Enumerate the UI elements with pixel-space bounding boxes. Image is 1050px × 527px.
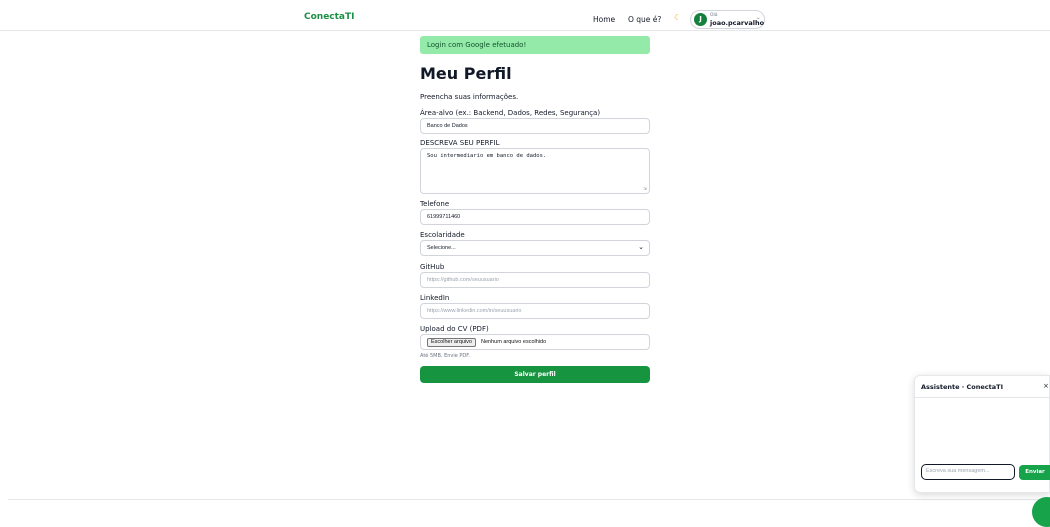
navbar: ConectaTI Home O que é? ☾ J Olá joao.pca…	[0, 0, 1050, 31]
user-menu-button[interactable]: J Olá joao.pcarvalho ⌄	[690, 10, 765, 29]
footer-divider	[8, 499, 1042, 500]
file-status: Nenhum arquivo escolhido	[481, 339, 547, 345]
education-select[interactable]: Selecione... ⌄	[420, 240, 650, 256]
profile-textarea[interactable]: Sou intermediario em banco de dados. ⇲	[420, 148, 650, 194]
chevron-down-icon: ⌄	[756, 15, 761, 21]
area-input[interactable]: Banco de Dados	[420, 118, 650, 134]
user-greeting: Olá	[710, 13, 718, 18]
login-success-alert: Login com Google efetuado!	[420, 36, 650, 54]
moon-icon[interactable]: ☾	[674, 13, 681, 22]
github-label: GitHub	[420, 263, 445, 271]
education-label: Escolaridade	[420, 231, 465, 239]
github-input[interactable]: https://github.com/seuusuario	[420, 272, 650, 288]
education-selected: Selecione...	[427, 245, 456, 251]
brand-logo[interactable]: ConectaTI	[304, 12, 355, 22]
cv-label: Upload do CV (PDF)	[420, 325, 489, 333]
profile-text: Sou intermediario em banco de dados.	[427, 153, 547, 159]
nav-home-link[interactable]: Home	[593, 15, 615, 24]
save-profile-button[interactable]: Salvar perfil	[420, 366, 650, 383]
phone-label: Telefone	[420, 200, 450, 208]
avatar: J	[694, 13, 707, 26]
chat-widget: Assistente · ConectaTI × Escreva sua men…	[914, 375, 1050, 493]
linkedin-label: LinkedIn	[420, 294, 450, 302]
area-label: Área-alvo (ex.: Backend, Dados, Redes, S…	[420, 109, 601, 117]
chat-send-button[interactable]: Enviar	[1019, 465, 1050, 480]
cv-file-input[interactable]: Escolher arquivo Nenhum arquivo escolhid…	[420, 334, 650, 350]
chat-header: Assistente · ConectaTI ×	[915, 376, 1050, 398]
close-icon[interactable]: ×	[1043, 382, 1049, 390]
profile-label: DESCREVA SEU PERFIL	[420, 139, 500, 147]
page-title: Meu Perfil	[420, 64, 512, 83]
nav-o-que-e-link[interactable]: O que é?	[628, 15, 661, 24]
phone-input[interactable]: 61999711460	[420, 209, 650, 225]
chevron-down-icon: ⌄	[638, 244, 644, 251]
linkedin-input[interactable]: https://www.linkedin.com/in/seuusuario	[420, 303, 650, 319]
chat-message-input[interactable]: Escreva sua mensagem...	[921, 464, 1015, 480]
resize-grip-icon[interactable]: ⇲	[643, 185, 647, 192]
cv-hint: Até 5MB. Envie PDF.	[420, 353, 470, 359]
chat-title: Assistente · ConectaTI	[921, 383, 1003, 391]
page-intro: Preencha suas informações.	[420, 93, 519, 101]
chat-toggle-button[interactable]	[1032, 497, 1050, 527]
choose-file-button[interactable]: Escolher arquivo	[427, 338, 476, 347]
